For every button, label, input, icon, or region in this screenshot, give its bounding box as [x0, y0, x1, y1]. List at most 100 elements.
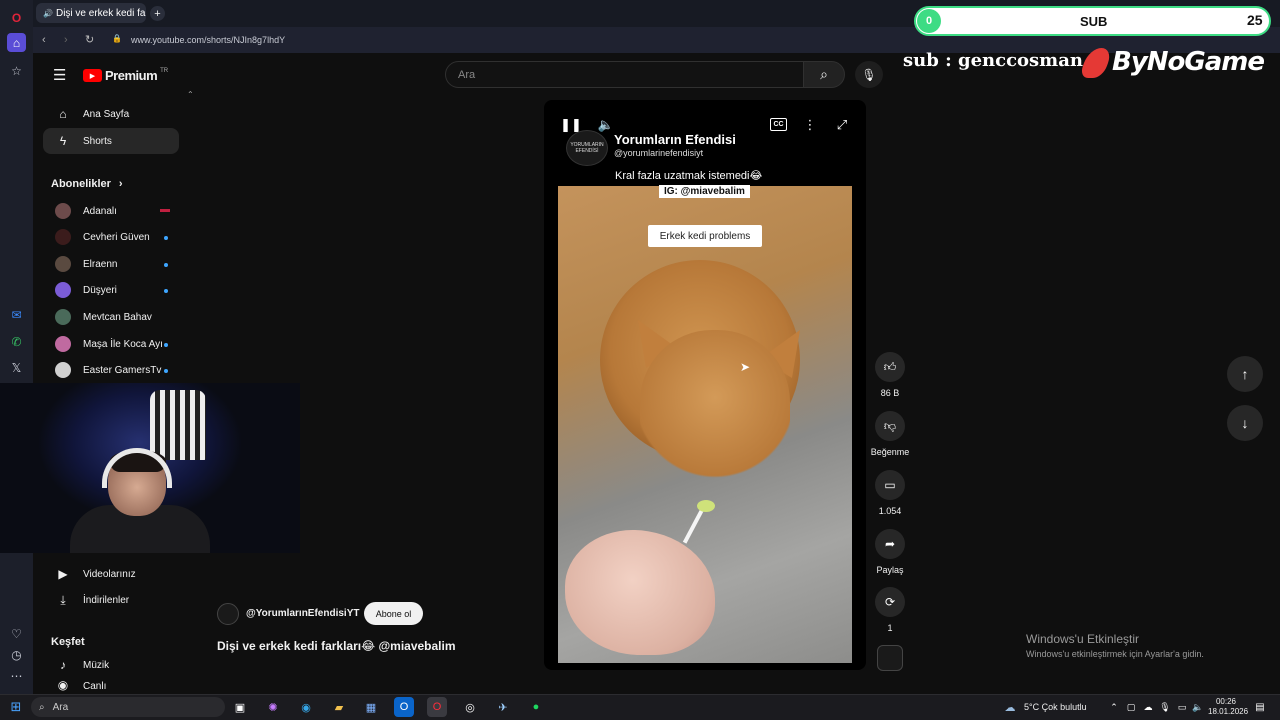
nav-downloads[interactable]: ⤓ İndirilenler [43, 587, 179, 613]
steam-icon[interactable]: ✈ [493, 697, 513, 717]
previous-short-button[interactable]: ↑ [1227, 356, 1263, 392]
live-indicator-icon [160, 209, 170, 212]
channel-name: Düşyeri [83, 284, 117, 296]
fullscreen-button[interactable]: ⤢ [834, 117, 850, 133]
share-icon: ➦ [875, 529, 905, 559]
owner-avatar[interactable] [217, 603, 239, 625]
dislike-label: Beğenme [870, 447, 910, 457]
nav-music[interactable]: ♪ Müzik [43, 652, 179, 678]
windows-start-icon[interactable]: ⊞ [6, 697, 26, 717]
star-icon[interactable]: ☆ [7, 61, 26, 80]
whatsapp-icon[interactable]: ✆ [7, 332, 26, 351]
tab-active[interactable]: 🔊 Dişi ve erkek kedi farkl [36, 3, 146, 23]
sidebar-item-elraenn[interactable]: Elraenn [43, 251, 179, 277]
volume-button[interactable]: 🔈 [598, 117, 614, 133]
owner-name[interactable]: @YorumlarınEfendisiYT [246, 608, 359, 619]
activation-title: Windows'u Etkinleştir [1026, 632, 1139, 646]
copilot-icon[interactable]: ✺ [263, 697, 283, 717]
volume-icon[interactable]: 🔈 [1188, 697, 1208, 717]
search-input[interactable]: Ara [445, 61, 804, 88]
notification-icon[interactable]: ▤ [1250, 697, 1270, 717]
taskbar-search-label: Ara [52, 701, 69, 713]
menu-icon[interactable]: ☰ [53, 66, 66, 84]
home-icon[interactable]: ⌂ [7, 33, 26, 52]
sidebar-item-cevheri[interactable]: Cevheri Güven [43, 224, 179, 250]
file-explorer-icon[interactable]: ▰ [329, 697, 349, 717]
short-title: Dişi ve erkek kedi farkları😂 @miavebalim [217, 639, 456, 653]
dislike-button[interactable]: 👎︎ Beğenme [870, 411, 910, 457]
ig-tag: IG: @miavebalim [659, 185, 750, 198]
new-content-dot [164, 263, 168, 267]
weather-text[interactable]: 5°C Çok bulutlu [1024, 702, 1087, 712]
x-icon[interactable]: 𝕏 [7, 358, 26, 377]
nav-your-videos[interactable]: ▶ Videolarınız [43, 561, 179, 587]
taskbar-search[interactable]: ⌕ Ara [31, 697, 225, 717]
nav-shorts[interactable]: ϟ Shorts [43, 128, 179, 154]
outlook-icon[interactable]: O [394, 697, 414, 717]
avatar [55, 229, 71, 245]
history-icon[interactable]: ◷ [7, 645, 26, 664]
promo-text: sub : genccosman [903, 50, 1083, 71]
cat-head-shape [640, 330, 790, 480]
comments-button[interactable]: ▭ 1.054 [873, 470, 907, 516]
search-button[interactable]: ⌕ [803, 61, 845, 88]
new-tab-button[interactable]: + [150, 6, 165, 21]
more-vertical-icon: ⋮ [803, 117, 817, 132]
edge-icon[interactable]: ◉ [296, 697, 316, 717]
messenger-icon[interactable]: ✉ [7, 305, 26, 324]
spotify-icon[interactable]: ● [526, 697, 546, 717]
obs-icon[interactable]: ◎ [460, 697, 480, 717]
sub-goal-target: 25 [1247, 12, 1263, 28]
cc-icon: CC [773, 121, 784, 128]
sidebar-item-mevtcan[interactable]: Mevtcan Bahav [43, 304, 179, 330]
nav-live[interactable]: ◉ Canlı [43, 678, 179, 692]
subscribe-button[interactable]: Abone ol [364, 602, 423, 625]
sidebar-item-adanali[interactable]: Adanalı [43, 198, 179, 224]
search-icon: ⌕ [39, 701, 45, 713]
task-view-icon[interactable]: ▣ [230, 697, 250, 717]
overlay-channel-name[interactable]: Yorumların Efendisi [614, 132, 736, 147]
url-field[interactable]: www.youtube.com/shorts/NJIn8g7lhdY [131, 35, 285, 45]
explore-header: Keşfet [51, 636, 85, 648]
share-button[interactable]: ➦ Paylaş [873, 529, 907, 575]
lock-icon: 🔒 [112, 34, 122, 43]
weather-icon: ☁ [1004, 701, 1016, 714]
sidebar-item-dusyeri[interactable]: Düşyeri [43, 277, 179, 303]
channel-avatar-overlay[interactable]: YORUMLARIN EFENDİSİ [566, 130, 608, 166]
avatar [55, 336, 71, 352]
speaker-icon: 🔊 [43, 8, 53, 18]
brand-logo: ByNoGame [1112, 47, 1265, 77]
heart-icon[interactable]: ♡ [7, 624, 26, 643]
like-button[interactable]: 👍︎ 86 B [873, 352, 907, 398]
overlay-channel-handle: @yorumlarinefendisiyt [614, 148, 704, 158]
sound-thumbnail[interactable] [877, 645, 903, 671]
next-short-button[interactable]: ↓ [1227, 405, 1263, 441]
voice-search-button[interactable]: 🎙 [855, 61, 883, 88]
remix-button[interactable]: ⟳ 1 [873, 587, 907, 633]
channel-name: Elraenn [83, 258, 118, 270]
opera-taskbar-icon[interactable]: O [427, 697, 447, 717]
sidebar-item-easter[interactable]: Easter GamersTv [43, 357, 179, 383]
youtube-logo[interactable]: ▶ Premium TR [83, 68, 168, 83]
more-options-button[interactable]: ⋮ [802, 117, 818, 133]
subscriptions-header[interactable]: Abonelikler › [51, 178, 123, 190]
pause-button[interactable]: ❚❚ [560, 117, 582, 133]
like-count: 86 B [880, 388, 900, 398]
nav-home[interactable]: ⌂ Ana Sayfa [43, 101, 179, 127]
channel-name: Maşa İle Koca Ayı [83, 338, 163, 350]
video-icon: ▶ [58, 567, 68, 581]
reload-icon[interactable]: ↻ [85, 33, 94, 46]
sidebar-item-masa[interactable]: Maşa İle Koca Ayı [43, 331, 179, 357]
store-icon[interactable]: ▦ [361, 697, 381, 717]
opera-logo-icon[interactable]: O [7, 8, 26, 27]
mic-icon: 🎙 [861, 67, 877, 82]
clock[interactable]: 00:26 18.01.2026 [1208, 697, 1248, 717]
scroll-up-icon[interactable]: ⌃ [187, 90, 194, 99]
back-icon[interactable]: ‹ [42, 34, 46, 46]
captions-button[interactable]: CC [770, 118, 787, 131]
nav-videos-label: Videolarınız [83, 568, 136, 580]
chevron-right-icon: › [118, 178, 123, 190]
forward-icon[interactable]: › [64, 34, 68, 46]
activation-subtitle: Windows'u etkinleştirmek için Ayarlar'a … [1026, 649, 1204, 659]
more-icon[interactable]: ⋯ [7, 666, 26, 685]
